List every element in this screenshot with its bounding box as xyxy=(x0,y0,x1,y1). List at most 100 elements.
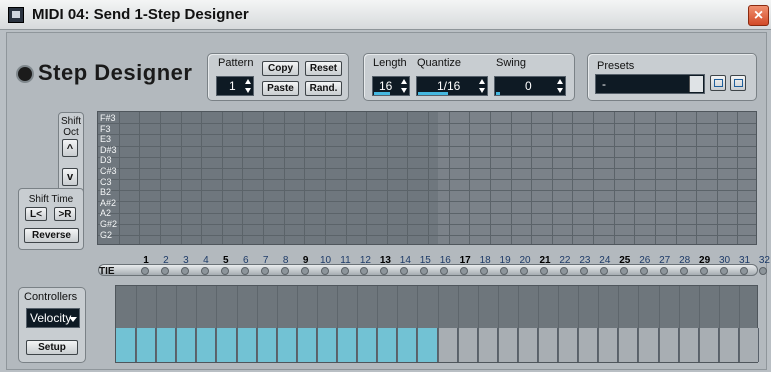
velocity-bar[interactable] xyxy=(698,327,719,362)
velocity-bar[interactable] xyxy=(537,327,559,362)
tie-toggle[interactable] xyxy=(200,267,209,275)
tie-toggle[interactable] xyxy=(160,267,169,275)
velocity-bar[interactable] xyxy=(377,327,398,362)
length-spinner[interactable] xyxy=(401,77,407,95)
tie-toggle[interactable] xyxy=(619,267,628,275)
tie-toggle[interactable] xyxy=(141,267,149,275)
tie-toggle[interactable] xyxy=(260,267,269,275)
controller-value: Velocity xyxy=(30,311,72,325)
velocity-bar[interactable] xyxy=(437,327,458,362)
setup-button[interactable]: Setup xyxy=(26,340,78,355)
velocity-bar[interactable] xyxy=(457,327,478,362)
octave-up-button[interactable]: ^ xyxy=(62,139,78,157)
velocity-column-line xyxy=(377,286,379,362)
delete-icon xyxy=(734,79,743,87)
quantize-spinner[interactable] xyxy=(479,77,485,95)
tie-toggle[interactable] xyxy=(220,267,229,275)
note-grid[interactable] xyxy=(97,111,757,245)
shift-right-button[interactable]: >R xyxy=(54,207,76,221)
reverse-button[interactable]: Reverse xyxy=(24,228,79,243)
velocity-bar[interactable] xyxy=(196,327,217,362)
velocity-bar[interactable] xyxy=(357,327,378,362)
rand-button[interactable]: Rand. xyxy=(305,81,342,96)
paste-button[interactable]: Paste xyxy=(262,81,299,96)
tie-toggle[interactable] xyxy=(240,267,249,275)
velocity-bar[interactable] xyxy=(316,327,338,362)
tie-toggle[interactable] xyxy=(559,267,568,275)
velocity-column-line xyxy=(176,286,178,362)
grid-row-line xyxy=(98,134,756,136)
velocity-column-line xyxy=(537,286,539,362)
velocity-bar[interactable] xyxy=(638,327,659,362)
shift-left-button[interactable]: L< xyxy=(25,207,47,221)
tie-toggle[interactable] xyxy=(300,267,309,275)
velocity-bar[interactable] xyxy=(477,327,498,362)
velocity-bar[interactable] xyxy=(276,327,297,362)
tie-toggle[interactable] xyxy=(320,267,329,275)
velocity-column-line xyxy=(698,286,700,362)
note-label: B2 xyxy=(100,187,112,198)
velocity-bar[interactable] xyxy=(417,327,438,362)
window-title: MIDI 04: Send 1-Step Designer xyxy=(32,6,249,23)
velocity-bar[interactable] xyxy=(497,327,518,362)
tie-toggle[interactable] xyxy=(679,267,688,275)
copy-button[interactable]: Copy xyxy=(262,61,299,76)
controller-select[interactable]: Velocity xyxy=(26,308,80,328)
tie-toggle[interactable] xyxy=(280,267,289,275)
tie-toggle[interactable] xyxy=(739,267,748,275)
tie-toggle[interactable] xyxy=(599,267,608,275)
velocity-column-line xyxy=(738,286,740,362)
octave-down-button[interactable]: v xyxy=(62,168,78,186)
velocity-grid[interactable] xyxy=(115,285,759,363)
swing-field[interactable]: 0 xyxy=(494,76,566,96)
velocity-bar[interactable] xyxy=(176,327,197,362)
title-bar: MIDI 04: Send 1-Step Designer × xyxy=(0,0,771,30)
velocity-bar[interactable] xyxy=(618,327,639,362)
tie-toggle[interactable] xyxy=(639,267,648,275)
close-button[interactable]: × xyxy=(748,5,769,26)
velocity-bar[interactable] xyxy=(397,327,418,362)
tie-toggle[interactable] xyxy=(340,267,349,275)
swing-spinner[interactable] xyxy=(557,77,563,95)
note-label: A#2 xyxy=(100,197,117,208)
tie-toggle[interactable] xyxy=(520,267,529,275)
velocity-bar[interactable] xyxy=(738,327,759,362)
tie-toggle[interactable] xyxy=(540,267,548,275)
velocity-bar[interactable] xyxy=(116,327,137,362)
reset-button[interactable]: Reset xyxy=(305,61,342,76)
note-label: D#3 xyxy=(100,144,117,155)
velocity-bar[interactable] xyxy=(156,327,177,362)
velocity-bar[interactable] xyxy=(678,327,699,362)
velocity-bar[interactable] xyxy=(216,327,237,362)
tie-toggle[interactable] xyxy=(180,267,189,275)
velocity-bar[interactable] xyxy=(578,327,599,362)
velocity-bar[interactable] xyxy=(517,327,538,362)
velocity-bar[interactable] xyxy=(558,327,579,362)
preset-store-button[interactable] xyxy=(710,75,726,91)
velocity-bar[interactable] xyxy=(236,327,257,362)
velocity-column-line xyxy=(718,286,720,362)
note-label: F#3 xyxy=(100,113,116,123)
preset-remove-button[interactable] xyxy=(730,75,746,91)
tie-toggle[interactable] xyxy=(699,267,708,275)
velocity-bar[interactable] xyxy=(296,327,317,362)
velocity-column-line xyxy=(658,286,660,362)
tie-toggle[interactable] xyxy=(719,267,728,275)
velocity-bar[interactable] xyxy=(718,327,739,362)
swing-meter xyxy=(496,92,500,95)
velocity-bar[interactable] xyxy=(598,327,619,362)
velocity-bar[interactable] xyxy=(256,327,277,362)
velocity-bar[interactable] xyxy=(136,327,157,362)
tie-toggle[interactable] xyxy=(659,267,668,275)
presets-dropdown[interactable]: - xyxy=(595,74,705,94)
swing-label: Swing xyxy=(496,57,526,69)
tie-toggle[interactable] xyxy=(579,267,588,275)
velocity-column-line xyxy=(337,286,339,362)
velocity-bar[interactable] xyxy=(337,327,358,362)
velocity-column-line xyxy=(397,286,399,362)
velocity-bar[interactable] xyxy=(658,327,679,362)
pattern-spinner[interactable] xyxy=(245,77,251,95)
grid-row-line xyxy=(98,156,756,158)
chevron-down-icon xyxy=(689,76,703,92)
velocity-column-line xyxy=(256,286,258,362)
